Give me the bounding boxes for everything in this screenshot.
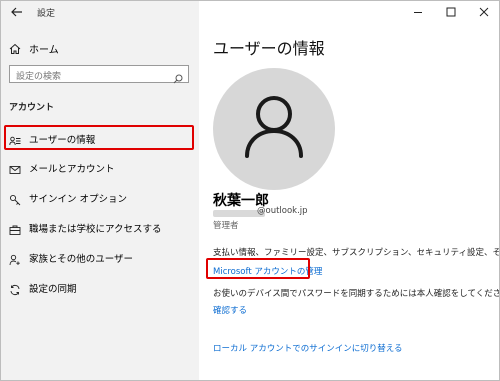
manage-link-highlight: [206, 258, 310, 279]
mail-icon: [9, 161, 21, 174]
home-label: ホーム: [29, 45, 59, 56]
account-role: 管理者: [213, 221, 239, 231]
sidebar: 設定 ホーム 設定の検索 アカウント ユーザーの情報 メールとアカウント サイン…: [1, 1, 199, 380]
local-account-link[interactable]: ローカル アカウントでのサインインに切り替える: [213, 342, 402, 354]
search-input[interactable]: 設定の検索: [9, 65, 189, 84]
sidebar-item-label: 設定の同期: [29, 284, 77, 295]
main-content: ユーザーの情報 秋葉一郎 @outlook.jp 管理者 支払い情報、ファミリー…: [199, 1, 499, 380]
home-icon: [9, 40, 21, 54]
sidebar-item-family[interactable]: 家族とその他のユーザー: [1, 245, 199, 269]
sidebar-item-mail[interactable]: メールとアカウント: [1, 155, 199, 179]
close-icon[interactable]: [477, 4, 491, 18]
sidebar-item-signin[interactable]: サインイン オプション: [1, 185, 199, 209]
sidebar-item-home[interactable]: ホーム: [1, 37, 199, 57]
sidebar-item-label: メールとアカウント: [29, 164, 115, 175]
window-controls: [389, 1, 499, 23]
user-silhouette-icon: [245, 96, 303, 158]
email-domain: @outlook.jp: [257, 206, 308, 216]
title-bar: 設定: [1, 1, 199, 23]
person-add-icon: [9, 251, 21, 266]
page-title: ユーザーの情報: [213, 39, 325, 58]
briefcase-icon: [9, 221, 21, 235]
minimize-icon[interactable]: [411, 4, 425, 18]
maximize-icon[interactable]: [444, 4, 458, 18]
sidebar-item-label: 家族とその他のユーザー: [29, 254, 134, 265]
search-placeholder: 設定の検索: [16, 72, 62, 82]
sidebar-item-label: 職場または学校にアクセスする: [29, 224, 162, 235]
section-title: アカウント: [9, 103, 55, 113]
settings-window: 設定 ホーム 設定の検索 アカウント ユーザーの情報 メールとアカウント サイン…: [0, 0, 500, 381]
window-title: 設定: [37, 9, 56, 19]
verify-link[interactable]: 確認する: [213, 304, 247, 316]
key-icon: [9, 191, 21, 206]
search-icon[interactable]: [173, 69, 183, 84]
sync-icon: [9, 281, 21, 296]
sidebar-item-work[interactable]: 職場または学校にアクセスする: [1, 215, 199, 239]
sidebar-item-label: サインイン オプション: [29, 194, 128, 205]
selected-highlight: [4, 125, 194, 150]
account-info-text: 支払い情報、ファミリー設定、サブスクリプション、セキュリティ設定、その他: [213, 248, 500, 258]
avatar: [213, 68, 335, 190]
sidebar-item-sync[interactable]: 設定の同期: [1, 275, 199, 299]
sync-text: お使いのデバイス間でパスワードを同期するためには本人確認をしてください。: [213, 289, 500, 299]
back-arrow-icon[interactable]: [10, 4, 24, 18]
